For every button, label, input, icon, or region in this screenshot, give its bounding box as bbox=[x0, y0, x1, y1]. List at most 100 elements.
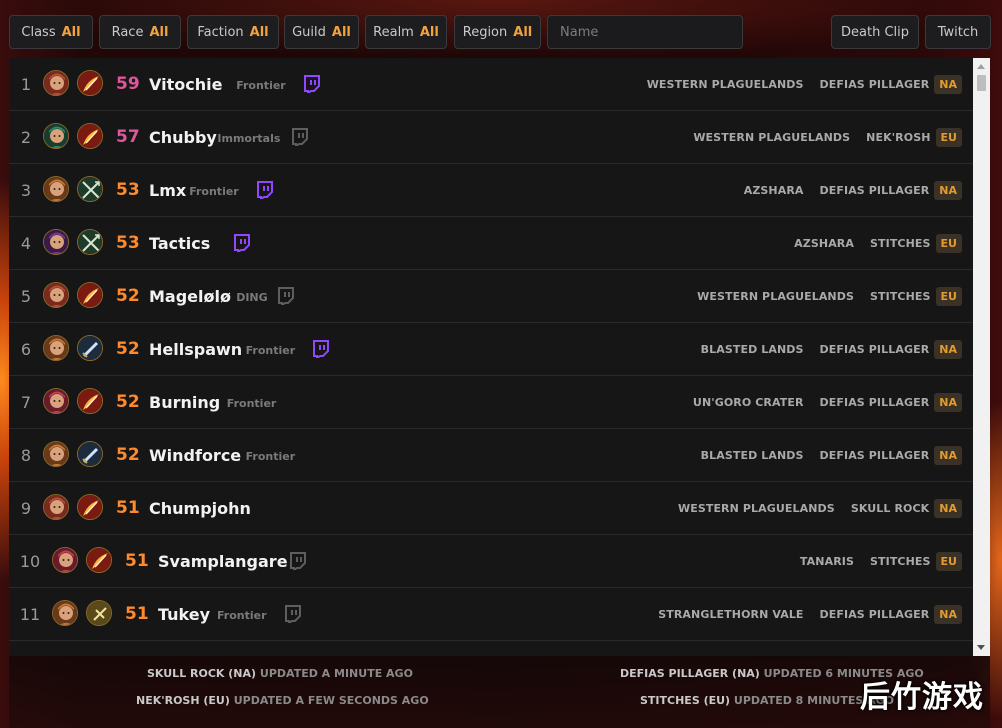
table-row[interactable]: 1 59 Vitochie Frontier WESTERN PLAGUELANDS DE… bbox=[9, 58, 973, 111]
character-portrait-icon bbox=[52, 600, 78, 626]
guild-name[interactable]: Immortals bbox=[217, 132, 280, 145]
twitch-icon bbox=[284, 605, 301, 625]
rank-number: 6 bbox=[20, 339, 32, 359]
twitch-icon bbox=[291, 128, 308, 148]
scroll-thumb[interactable] bbox=[977, 75, 986, 91]
character-level: 52 bbox=[116, 286, 140, 306]
region-badge: EU bbox=[935, 127, 962, 147]
realm-filter-label: Realm bbox=[373, 24, 414, 40]
realm-name: STITCHES bbox=[870, 289, 931, 303]
table-row[interactable] bbox=[9, 641, 973, 656]
scroll-down-icon[interactable] bbox=[977, 645, 985, 650]
table-row[interactable]: 8 52 Windforce Frontier BLASTED LANDS DEFIAS … bbox=[9, 429, 973, 482]
realm-info: DEFIAS PILLAGER NA bbox=[820, 339, 962, 359]
realm-info: NEK'ROSH EU bbox=[866, 127, 962, 147]
race-filter-button[interactable]: Race All bbox=[99, 15, 181, 49]
realm-filter-button[interactable]: Realm All bbox=[365, 15, 447, 49]
character-portrait-icon bbox=[43, 123, 69, 149]
table-row[interactable]: 7 52 Burning Frontier UN'GORO CRATER DEFIAS P… bbox=[9, 376, 973, 429]
guild-name[interactable]: Frontier bbox=[217, 609, 267, 622]
character-portrait-icon bbox=[43, 335, 69, 361]
realm-name: DEFIAS PILLAGER bbox=[819, 448, 930, 462]
class-icon bbox=[77, 229, 103, 255]
zone-name: WESTERN PLAGUELANDS bbox=[646, 77, 804, 91]
character-name[interactable]: Chubby bbox=[149, 128, 217, 147]
row-location: WESTERN PLAGUELANDS STITCHES EU bbox=[697, 270, 962, 322]
character-name[interactable]: Hellspawn bbox=[149, 340, 242, 359]
name-search-input[interactable] bbox=[547, 15, 743, 49]
realm-info: DEFIAS PILLAGER NA bbox=[819, 180, 962, 200]
faction-filter-button[interactable]: Faction All bbox=[187, 15, 279, 49]
realm-status-item: STITCHES (EU) UPDATED 8 MINUTES AGO bbox=[640, 694, 894, 707]
realm-info: STITCHES EU bbox=[870, 233, 962, 253]
character-portrait-icon bbox=[43, 441, 69, 467]
twitch-icon[interactable] bbox=[312, 340, 330, 360]
twitch-icon[interactable] bbox=[256, 181, 273, 201]
realm-name: DEFIAS PILLAGER bbox=[819, 607, 930, 621]
region-filter-button[interactable]: Region All bbox=[454, 15, 541, 49]
class-icon bbox=[77, 388, 103, 414]
class-icon bbox=[77, 282, 103, 308]
character-name[interactable]: Burning bbox=[149, 393, 220, 412]
realm-name: DEFIAS PILLAGER bbox=[819, 183, 930, 197]
table-row[interactable]: 6 52 Hellspawn Frontier BLASTED LANDS DEFIAS … bbox=[9, 323, 973, 376]
region-badge: NA bbox=[934, 339, 962, 359]
realm-filter-value: All bbox=[419, 24, 439, 40]
class-icon bbox=[77, 70, 103, 96]
scrollbar[interactable] bbox=[973, 58, 990, 656]
realm-status-name: STITCHES (EU) bbox=[640, 694, 731, 707]
realm-info: DEFIAS PILLAGER NA bbox=[820, 392, 962, 412]
table-row[interactable]: 9 51 Chumpjohn WESTERN PLAGUELANDS SKULL ROC… bbox=[9, 482, 973, 535]
character-name[interactable]: Svamplangare bbox=[158, 552, 288, 571]
character-name[interactable]: Tactics bbox=[149, 234, 210, 253]
character-name[interactable]: Chumpjohn bbox=[149, 499, 251, 518]
character-name[interactable]: Lmx bbox=[149, 181, 186, 200]
death-clip-button[interactable]: Death Clip bbox=[831, 15, 919, 49]
table-row[interactable]: 3 53 Lmx Frontier AZSHARA DEFIAS PILLAGER NA bbox=[9, 164, 973, 217]
realm-info: DEFIAS PILLAGER NA bbox=[819, 445, 962, 465]
character-level: 52 bbox=[116, 392, 140, 412]
realm-info: DEFIAS PILLAGER NA bbox=[819, 604, 962, 624]
character-level: 51 bbox=[125, 604, 149, 624]
character-name[interactable]: Windforce bbox=[149, 446, 241, 465]
table-row[interactable]: 4 53 Tactics AZSHARA STITCHES EU bbox=[9, 217, 973, 270]
character-name[interactable]: Vitochie bbox=[149, 75, 222, 94]
twitch-icon[interactable] bbox=[233, 234, 250, 254]
realm-status-item: SKULL ROCK (NA) UPDATED A MINUTE AGO bbox=[147, 667, 413, 680]
character-name[interactable]: Tukey bbox=[158, 605, 210, 624]
zone-name: AZSHARA bbox=[743, 183, 804, 197]
table-row[interactable]: 2 57 Chubby Immortals WESTERN PLAGUELANDS NEK… bbox=[9, 111, 973, 164]
character-level: 59 bbox=[116, 74, 140, 94]
guild-filter-button[interactable]: Guild All bbox=[284, 15, 359, 49]
table-row[interactable]: 10 51 Svamplangare TANARIS STITCHES EU bbox=[9, 535, 973, 588]
faction-filter-value: All bbox=[249, 24, 269, 40]
twitch-icon bbox=[277, 287, 294, 307]
guild-name[interactable]: Frontier bbox=[246, 450, 296, 463]
twitch-button[interactable]: Twitch bbox=[925, 15, 991, 49]
scroll-up-icon[interactable] bbox=[977, 64, 985, 69]
realm-info: SKULL ROCK NA bbox=[851, 498, 962, 518]
guild-name[interactable]: Frontier bbox=[189, 185, 239, 198]
row-location: STRANGLETHORN VALE DEFIAS PILLAGER NA bbox=[658, 588, 962, 640]
realm-info: STITCHES EU bbox=[870, 286, 962, 306]
zone-name: STRANGLETHORN VALE bbox=[658, 607, 804, 621]
character-level: 51 bbox=[125, 551, 149, 571]
class-filter-button[interactable]: Class All bbox=[9, 15, 93, 49]
guild-name[interactable]: Frontier bbox=[227, 397, 277, 410]
twitch-icon[interactable] bbox=[303, 75, 320, 95]
character-level: 53 bbox=[116, 180, 140, 200]
leaderboard-list: 1 59 Vitochie Frontier WESTERN PLAGUELANDS DE… bbox=[9, 58, 973, 656]
guild-name[interactable]: Frontier bbox=[246, 344, 296, 357]
zone-name: WESTERN PLAGUELANDS bbox=[693, 130, 851, 144]
realm-name: STITCHES bbox=[870, 554, 931, 568]
guild-name[interactable]: Frontier bbox=[236, 79, 286, 92]
character-name[interactable]: Magelølø bbox=[149, 287, 231, 306]
table-row[interactable]: 5 52 Magelølø DING WESTERN PLAGUELANDS STITCH… bbox=[9, 270, 973, 323]
table-row[interactable]: 11 51 Tukey Frontier STRANGLETHORN VALE DEFIA… bbox=[9, 588, 973, 641]
realm-info: STITCHES EU bbox=[870, 551, 962, 571]
region-badge: NA bbox=[934, 74, 962, 94]
zone-name: TANARIS bbox=[799, 554, 854, 568]
guild-filter-label: Guild bbox=[292, 24, 326, 40]
guild-name[interactable]: DING bbox=[236, 291, 267, 304]
class-icon bbox=[77, 176, 103, 202]
